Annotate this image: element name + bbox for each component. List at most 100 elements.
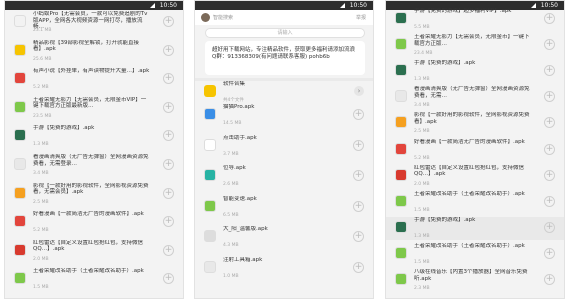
list-item[interactable]: 智能变速.apk 6.5 MB + bbox=[195, 196, 373, 219]
status-time: 10:50 bbox=[159, 2, 177, 9]
download-icon[interactable]: + bbox=[163, 44, 174, 56]
download-icon[interactable]: + bbox=[544, 39, 555, 51]
download-icon[interactable]: + bbox=[544, 221, 555, 233]
list-item[interactable]: 位导.apk 2.6 MB + bbox=[195, 165, 373, 188]
download-icon[interactable]: + bbox=[353, 200, 364, 212]
file-title: 八级在线音乐【内置3个播放器】全网音乐免费听.apk bbox=[414, 269, 528, 282]
doc-icon bbox=[395, 90, 407, 103]
android-icon bbox=[395, 38, 407, 51]
file-title: 王者荣耀无影力【无需会员，无限金币】一键下载官方正版… bbox=[414, 34, 530, 47]
android-icon bbox=[204, 108, 216, 120]
file-title: 好看漫画【一款简洁无广告的漫画软件】.apk bbox=[33, 211, 144, 218]
avatar[interactable] bbox=[201, 13, 210, 22]
chevron-right-icon[interactable]: › bbox=[354, 86, 364, 96]
list-item[interactable]: 王者荣耀改名助手（王者荣耀改名助手）.apk 1.5 MB + bbox=[5, 268, 183, 291]
list-item[interactable]: 注射工具箱.apk 1.0 MB + bbox=[195, 257, 373, 280]
app-icon bbox=[395, 220, 407, 233]
pin-icon bbox=[204, 169, 216, 181]
download-icon[interactable]: + bbox=[163, 244, 174, 256]
download-icon[interactable]: + bbox=[353, 170, 364, 181]
file-title: 手游【免费的游戏】.apk bbox=[33, 125, 95, 132]
download-icon[interactable]: + bbox=[353, 109, 364, 120]
download-icon[interactable]: + bbox=[544, 117, 555, 129]
file-title: 注射工具箱.apk bbox=[223, 256, 263, 263]
list-item[interactable]: 好看漫画【一款简洁无广告的漫画软件】.apk 5.2 MB + bbox=[386, 139, 564, 162]
file-size: 3.4 MB bbox=[414, 103, 430, 109]
download-icon[interactable]: + bbox=[544, 91, 555, 103]
folder-icon bbox=[204, 85, 216, 97]
file-title: 王者荣耀改名助手（王者荣耀改名助手）.apk bbox=[414, 242, 525, 249]
list-item[interactable]: 手游【免费的游戏】超多福利VIP】.apk 5.5 MB + bbox=[386, 8, 564, 31]
download-icon[interactable]: + bbox=[544, 169, 555, 181]
status-bar: 10:50 bbox=[195, 1, 373, 10]
download-icon[interactable]: + bbox=[544, 13, 555, 24]
download-icon[interactable]: + bbox=[544, 65, 555, 77]
android-icon bbox=[204, 199, 216, 212]
download-icon[interactable]: + bbox=[353, 231, 364, 242]
sun-icon bbox=[204, 230, 216, 242]
android-icon bbox=[14, 272, 26, 285]
file-title: 红包雷达【自定义设置红包抢红包，支持微信QQ…】.apk bbox=[414, 164, 525, 178]
list-item[interactable]: 八级在线音乐【内置3个播放器】全网音乐免费听.apk 2.3 MB + bbox=[386, 269, 564, 292]
app-icon bbox=[395, 64, 407, 77]
phone-screen-left: 10:50 小蚂蚁Pro【无需会员，一款可以免费追剧的Tv版APP，全网各大视频… bbox=[4, 0, 184, 299]
list-item[interactable]: 手游【免费的游戏】.apk 1.3 MB + bbox=[386, 216, 564, 240]
search-input[interactable]: 请输入 bbox=[205, 28, 365, 38]
download-icon[interactable]: + bbox=[544, 247, 555, 259]
file-size: 14.5 MB bbox=[223, 121, 242, 126]
signal-icon bbox=[150, 3, 155, 8]
list-item[interactable]: 好看漫画【一款简洁无广告的漫画软件】.apk 5.2 MB + bbox=[5, 211, 183, 234]
folder-title: 软件合集 bbox=[223, 81, 246, 87]
list-item[interactable]: 影视【一款好用的影视软件，全网影视资源免费看】.apk 2.5 MB + bbox=[386, 112, 564, 135]
phone-screen-right: 10:50 手游【免费的游戏】超多福利VIP】.apk 5.5 MB + 王者荣耀无影… bbox=[385, 0, 565, 299]
doc-icon bbox=[14, 158, 26, 170]
file-size: 1.3 MB bbox=[414, 233, 430, 239]
file-title: 影视【一款好用的影视软件，全网影视资源免费看】.apk bbox=[414, 112, 530, 125]
list-item[interactable]: 手游【免费的游戏】.apk 1.3 MB + bbox=[5, 125, 183, 148]
android-icon bbox=[395, 273, 407, 285]
file-size: 3.4 MB bbox=[33, 171, 49, 176]
phone-screen-middle: 10:50 智能搜索 举报 请输入 超好用下载网站，专注精品软件，获取更多福利请… bbox=[194, 0, 374, 299]
mic-icon bbox=[14, 72, 26, 85]
download-icon[interactable]: + bbox=[353, 139, 364, 151]
list-item[interactable]: 猫猫Pro.apk 14.5 MB + bbox=[195, 104, 373, 127]
list-item[interactable]: 王者荣耀无影力【无需会员，无限金币】一键下载官方正版… 23.4 MB + bbox=[386, 34, 564, 57]
list-item[interactable]: 红包雷达【自定义设置红包抢红包，支持微信QQ…】.apk 2.0 MB + bbox=[386, 165, 564, 188]
file-size: 23.1 MB bbox=[33, 28, 52, 33]
file-size: 23.4 MB bbox=[414, 51, 433, 57]
list-item[interactable]: 大_阳_温馨版.apk 4.3 MB + bbox=[195, 226, 373, 249]
scissors-icon bbox=[14, 243, 26, 256]
list-item[interactable]: 看漫画清爽版（无广告无弹窗）全网漫画资源免费看，无需登录… 3.4 MB + bbox=[5, 154, 183, 177]
download-icon[interactable]: + bbox=[163, 216, 174, 228]
download-icon[interactable]: + bbox=[544, 143, 555, 155]
download-icon[interactable]: + bbox=[163, 101, 174, 113]
file-size: 5.5 MB bbox=[414, 25, 430, 30]
download-icon[interactable]: + bbox=[353, 261, 364, 273]
file-title: 点击助手.apk bbox=[223, 134, 257, 141]
file-size: 6.5 MB bbox=[223, 212, 239, 218]
download-icon[interactable]: + bbox=[163, 159, 174, 170]
list-item[interactable]: 点击助手.apk 3.7 MB + bbox=[195, 135, 373, 158]
download-icon[interactable]: + bbox=[163, 73, 174, 85]
list-item[interactable]: 有声小说【外挂单，有声读物提升大量…】.apk 5.2 MB + bbox=[5, 68, 183, 91]
download-icon[interactable]: + bbox=[163, 273, 174, 285]
list-item[interactable]: 影视【一款好用的影视软件，全网影视资源免费看，无需会员】.apk 2.5 MB + bbox=[5, 183, 183, 206]
list-item[interactable]: 看漫画清爽版（无广告无弹窗）全网漫画资源免费看，无需… 3.4 MB + bbox=[386, 86, 564, 109]
download-icon[interactable]: + bbox=[544, 195, 555, 207]
folder-row[interactable]: 软件合集 共4个文件 › bbox=[195, 81, 373, 104]
file-title: 手游【免费的游戏】超多福利VIP】.apk bbox=[414, 8, 512, 14]
download-icon[interactable]: + bbox=[544, 274, 555, 285]
download-icon[interactable]: + bbox=[163, 187, 174, 199]
report-link[interactable]: 举报 bbox=[356, 14, 366, 21]
list-item[interactable]: 小蚂蚁Pro【无需会员，一款可以免费追剧的Tv版APP，全网各大视频资源一网打尽… bbox=[5, 11, 183, 34]
download-icon[interactable]: + bbox=[163, 130, 174, 142]
app-icon bbox=[395, 12, 407, 24]
list-item[interactable]: 王者荣耀无影力【无需会员，无限金币VIP】一键下载官方正版最新版… 23.5 MB… bbox=[5, 97, 183, 120]
list-item[interactable]: 红包雷达【自定义设置红包抢红包，支持微信QQ…】.apk 2.0 MB + bbox=[5, 240, 183, 263]
list-item[interactable]: 手游【免费的游戏】.apk 1.3 MB + bbox=[386, 60, 564, 83]
list-item[interactable]: 王者荣耀改名助手（王者荣耀改名助手）.apk 1.5 MB + bbox=[386, 191, 564, 214]
list-item[interactable]: 精品影视【39部影视全解锁，打开就能直接看】.apk 25.6 MB + bbox=[5, 40, 183, 63]
download-icon[interactable]: + bbox=[163, 16, 174, 27]
list-item[interactable]: 王者荣耀改名助手（王者荣耀改名助手）.apk 1.5 MB + bbox=[386, 243, 564, 266]
manga-icon bbox=[14, 215, 26, 228]
